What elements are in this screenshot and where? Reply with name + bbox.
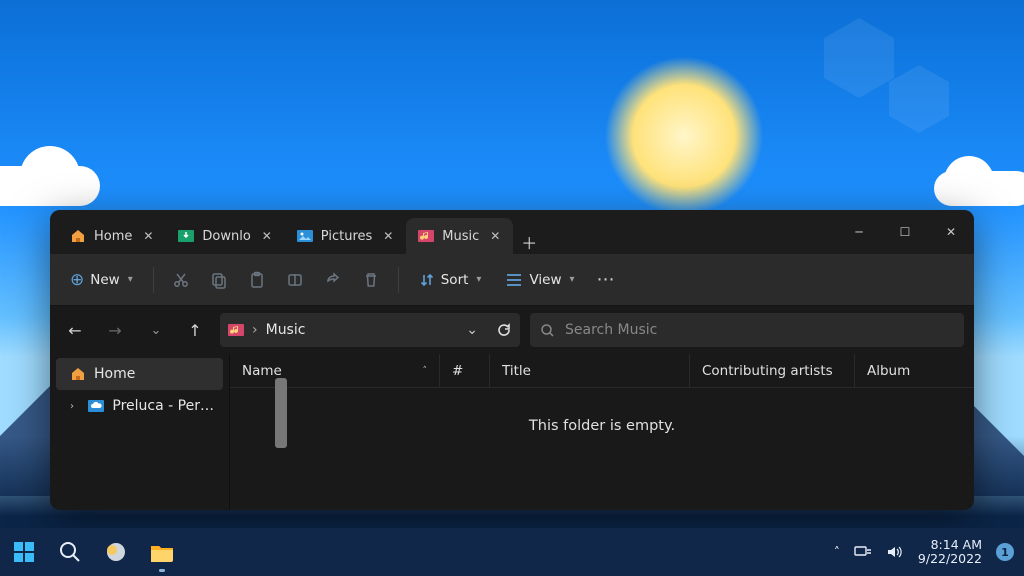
close-icon[interactable]: ✕ (259, 228, 275, 244)
close-icon[interactable]: ✕ (140, 228, 156, 244)
close-icon[interactable]: ✕ (380, 228, 396, 244)
address-bar[interactable]: › Music ⌄ (220, 313, 520, 347)
view-icon (505, 272, 523, 288)
tab-label: Pictures (321, 229, 372, 244)
maximize-button[interactable]: ☐ (882, 210, 928, 254)
tab-label: Home (94, 229, 132, 244)
wallpaper-hexagon (889, 65, 949, 133)
breadcrumb-separator: › (252, 322, 258, 338)
sidebar-item-home[interactable]: Home (56, 358, 223, 390)
navigation-row: ← → ⌄ ↑ › Music ⌄ Search Music (50, 306, 974, 354)
onedrive-icon (88, 398, 104, 414)
share-button[interactable] (316, 263, 350, 297)
sort-label: Sort (441, 272, 469, 288)
file-explorer-window: Home ✕ Downlo ✕ Pictures ✕ (50, 210, 974, 510)
empty-folder-message: This folder is empty. (230, 388, 974, 510)
paste-button[interactable] (240, 263, 274, 297)
start-button[interactable] (10, 538, 38, 566)
close-window-button[interactable]: ✕ (928, 210, 974, 254)
breadcrumb-current[interactable]: Music (266, 322, 306, 338)
sort-indicator-icon: ˄ (423, 366, 428, 376)
new-tab-button[interactable]: ＋ (513, 230, 545, 254)
column-headers: Name ˄ # Title Contributing artists Albu… (230, 354, 974, 388)
system-tray: ˄ 8:14 AM 9/22/2022 1 (834, 538, 1014, 567)
wallpaper-cloud (0, 166, 100, 206)
cut-button[interactable] (164, 263, 198, 297)
wallpaper-cloud (934, 171, 1024, 206)
chevron-right-icon[interactable]: › (70, 401, 80, 412)
taskbar-pinned (10, 538, 176, 566)
tab-strip: Home ✕ Downlo ✕ Pictures ✕ (50, 210, 836, 254)
forward-button[interactable]: → (100, 315, 130, 345)
separator (153, 267, 154, 293)
command-bar: ⊕ New ▾ Sort ▾ (50, 254, 974, 306)
sort-button[interactable]: Sort ▾ (409, 266, 492, 294)
music-icon (228, 322, 244, 338)
delete-button[interactable] (354, 263, 388, 297)
taskbar: ˄ 8:14 AM 9/22/2022 1 (0, 528, 1024, 576)
downloads-icon (178, 228, 194, 244)
refresh-button[interactable] (496, 322, 512, 338)
tray-overflow-button[interactable]: ˄ (834, 545, 840, 559)
search-icon (540, 323, 555, 338)
chevron-down-icon: ▾ (128, 274, 133, 285)
new-button[interactable]: ⊕ New ▾ (60, 264, 143, 296)
more-button[interactable]: ⋯ (589, 263, 623, 297)
separator (398, 267, 399, 293)
column-header-name[interactable]: Name ˄ (230, 354, 440, 387)
tab-pictures[interactable]: Pictures ✕ (285, 218, 406, 254)
taskbar-clock[interactable]: 8:14 AM 9/22/2022 (918, 538, 982, 567)
navigation-pane: Home › Preluca - Persona (50, 354, 230, 510)
tab-label: Music (442, 229, 479, 244)
plus-circle-icon: ⊕ (70, 270, 84, 290)
sidebar-item-label: Home (94, 366, 135, 382)
taskbar-widgets-button[interactable] (102, 538, 130, 566)
tab-home[interactable]: Home ✕ (58, 218, 166, 254)
chevron-down-icon[interactable]: ⌄ (466, 322, 478, 338)
music-icon (418, 228, 434, 244)
scrollbar-thumb[interactable] (275, 378, 287, 448)
chevron-down-icon: ⌄ (151, 323, 162, 338)
recent-button[interactable]: ⌄ (140, 315, 170, 345)
sidebar-item-label: Preluca - Persona (112, 398, 217, 414)
back-button[interactable]: ← (60, 315, 90, 345)
rename-button[interactable] (278, 263, 312, 297)
wallpaper-sun (604, 56, 764, 216)
sidebar-item-onedrive[interactable]: › Preluca - Persona (50, 390, 229, 422)
window-controls: ─ ☐ ✕ (836, 210, 974, 254)
home-icon (70, 228, 86, 244)
clock-time: 8:14 AM (931, 538, 982, 552)
column-header-number[interactable]: # (440, 354, 490, 387)
column-header-artists[interactable]: Contributing artists (690, 354, 855, 387)
up-button[interactable]: ↑ (180, 315, 210, 345)
notification-badge[interactable]: 1 (996, 543, 1014, 561)
sort-icon (419, 272, 435, 288)
search-box[interactable]: Search Music (530, 313, 964, 347)
column-header-title[interactable]: Title (490, 354, 690, 387)
taskbar-search-button[interactable] (56, 538, 84, 566)
search-placeholder: Search Music (565, 322, 657, 338)
column-header-album[interactable]: Album (855, 354, 974, 387)
titlebar: Home ✕ Downlo ✕ Pictures ✕ (50, 210, 974, 254)
tab-music[interactable]: Music ✕ (406, 218, 513, 254)
chevron-down-icon: ▾ (476, 274, 481, 285)
explorer-body: Home › Preluca - Persona Name ˄ # Title … (50, 354, 974, 510)
copy-button[interactable] (202, 263, 236, 297)
view-button[interactable]: View ▾ (495, 266, 584, 294)
close-icon[interactable]: ✕ (487, 228, 503, 244)
volume-icon[interactable] (886, 544, 904, 560)
tab-label: Downlo (202, 229, 250, 244)
network-icon[interactable] (854, 544, 872, 560)
taskbar-explorer-button[interactable] (148, 538, 176, 566)
tab-downloads[interactable]: Downlo ✕ (166, 218, 284, 254)
home-icon (70, 366, 86, 382)
pictures-icon (297, 228, 313, 244)
content-pane: Name ˄ # Title Contributing artists Albu… (230, 354, 974, 510)
view-label: View (529, 272, 561, 288)
wallpaper-hexagon (824, 18, 894, 98)
chevron-down-icon: ▾ (570, 274, 575, 285)
clock-date: 9/22/2022 (918, 552, 982, 566)
minimize-button[interactable]: ─ (836, 210, 882, 254)
new-label: New (90, 272, 119, 288)
